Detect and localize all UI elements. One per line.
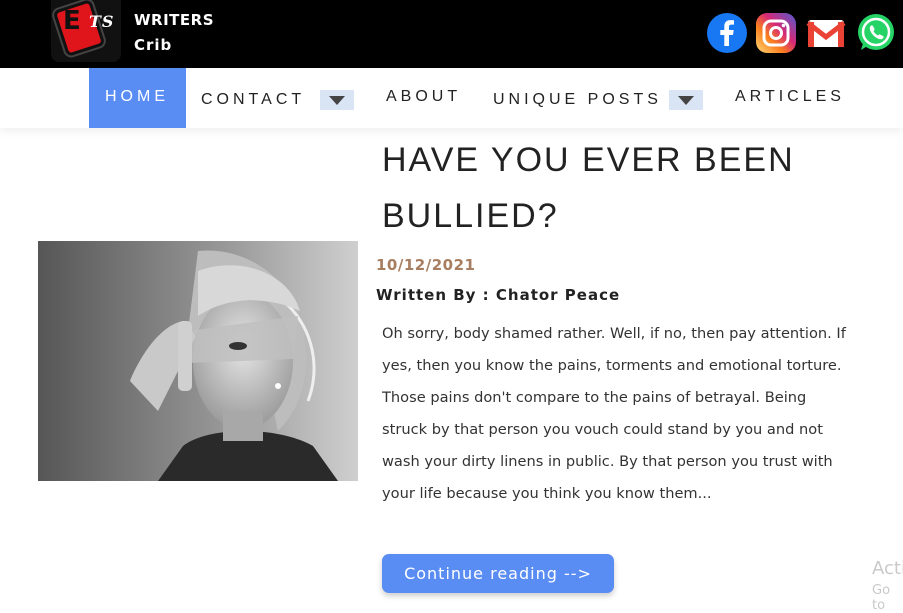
whatsapp-icon[interactable] bbox=[855, 12, 897, 54]
nav-unique-posts-label: UNIQUE POSTS bbox=[493, 91, 662, 108]
instagram-icon[interactable] bbox=[755, 12, 797, 54]
site-logo[interactable]: E TS bbox=[51, 0, 121, 62]
woman-portrait-illustration bbox=[38, 241, 358, 481]
facebook-icon[interactable] bbox=[706, 12, 748, 54]
brand-name-line2: Crib bbox=[134, 36, 173, 54]
nav-articles-label: ARTICLES bbox=[735, 88, 845, 105]
nav-unique-posts[interactable]: UNIQUE POSTS bbox=[493, 68, 705, 128]
windows-activation-watermark: Acti bbox=[872, 558, 903, 579]
post-title[interactable]: HAVE YOU EVER BEEN BULLIED? bbox=[382, 132, 852, 244]
post-author: Written By : Chator Peace bbox=[376, 286, 621, 304]
logo-letter: E bbox=[63, 6, 81, 36]
nav-contact[interactable]: CONTACT bbox=[201, 68, 356, 128]
nav-about-label: ABOUT bbox=[386, 88, 462, 105]
nav-home-label: HOME bbox=[105, 88, 169, 105]
brand-name-line1: WRITERS bbox=[134, 11, 215, 29]
nav-about[interactable]: ABOUT bbox=[386, 68, 466, 128]
post-date: 10/12/2021 bbox=[376, 256, 476, 274]
site-header: E TS WRITERS Crib bbox=[0, 0, 903, 68]
nav-home[interactable]: HOME bbox=[89, 68, 186, 128]
chevron-down-icon[interactable] bbox=[320, 90, 354, 110]
post-featured-image[interactable] bbox=[38, 241, 358, 481]
nav-contact-label: CONTACT bbox=[201, 91, 306, 108]
nav-articles[interactable]: ARTICLES bbox=[735, 68, 845, 128]
continue-reading-button[interactable]: Continue reading --> bbox=[382, 554, 614, 593]
post-excerpt: Oh sorry, body shamed rather. Well, if n… bbox=[382, 325, 846, 502]
main-navigation: HOME CONTACT ABOUT UNIQUE POSTS ARTICLES bbox=[0, 68, 903, 128]
chevron-down-icon[interactable] bbox=[669, 90, 703, 110]
gmail-icon[interactable] bbox=[805, 12, 847, 54]
windows-activation-hint: Go to bbox=[872, 583, 891, 613]
logo-suffix: TS bbox=[89, 12, 115, 31]
